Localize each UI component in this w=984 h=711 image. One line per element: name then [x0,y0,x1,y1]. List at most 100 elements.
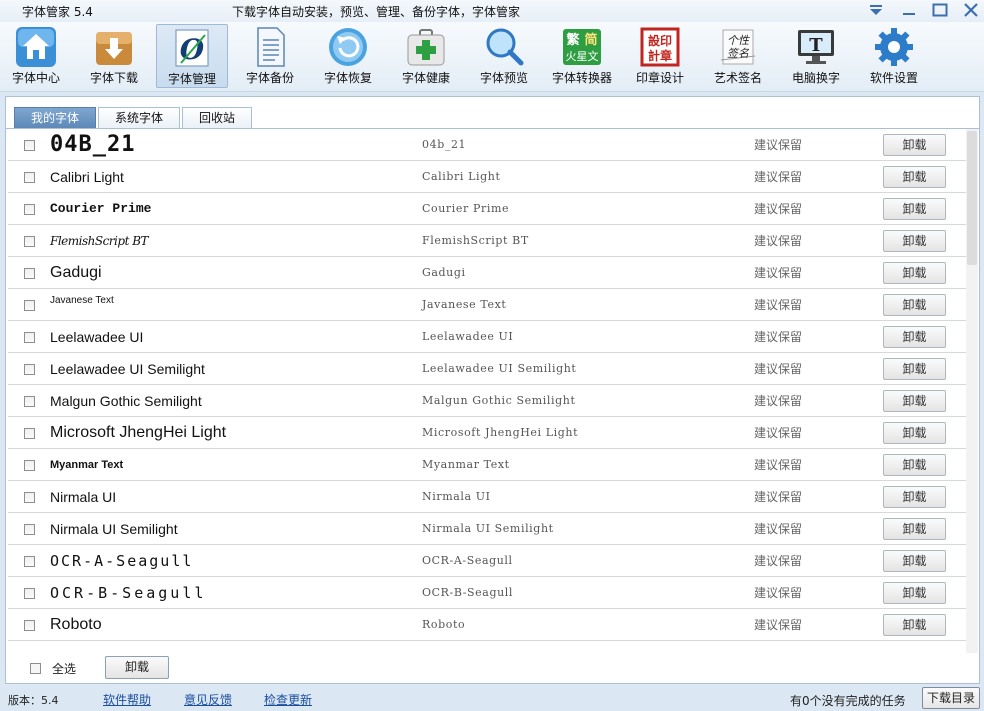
tab-recycle-bin[interactable]: 回收站 [182,107,253,129]
version-label: 版本：5.4 [8,694,59,707]
toolbar-label: 字体中心 [11,71,60,85]
bulk-uninstall-button[interactable]: 卸载 [105,656,169,679]
font-row[interactable]: Leelawadee UI Semilight Leelawadee UI Sem… [8,353,968,385]
font-row[interactable]: 04B_21 04b_21 建议保留 卸载 [8,129,968,161]
font-row[interactable]: Courier Prime Courier Prime 建议保留 卸载 [8,193,968,225]
font-preview-name: FlemishScript BT [50,234,149,248]
font-status: 建议保留 [754,522,803,536]
font-status: 建议保留 [754,202,803,216]
tab-system-fonts[interactable]: 系统字体 [98,107,181,129]
font-file-name: Calibri Light [422,170,501,183]
uninstall-button[interactable]: 卸载 [883,326,946,348]
uninstall-button[interactable]: 卸载 [883,166,946,188]
font-status: 建议保留 [754,138,803,152]
toolbar-font-backup[interactable]: 字体备份 [234,24,306,88]
house-icon [14,26,58,68]
font-checkbox[interactable] [24,332,35,343]
select-all-checkbox[interactable] [30,663,41,674]
font-row[interactable]: Leelawadee UI Leelawadee UI 建议保留 卸载 [8,321,968,353]
toolbar-font-download[interactable]: 字体下载 [78,24,150,88]
check-update-link[interactable]: 检查更新 [264,691,312,708]
medkit-icon [404,26,448,68]
font-checkbox[interactable] [24,396,35,407]
toolbar-font-manage[interactable]: O 字体管理 [156,24,228,88]
toolbar-pc-font-swap[interactable]: T 电脑换字 [780,24,852,88]
font-checkbox[interactable] [24,524,35,535]
toolbar-font-converter[interactable]: 繁 简 火星文 字体转换器 [546,24,618,88]
font-checkbox[interactable] [24,460,35,471]
tab-my-fonts[interactable]: 我的字体 [14,107,97,129]
uninstall-button[interactable]: 卸载 [883,614,946,636]
toolbar-font-center[interactable]: 字体中心 [0,24,72,88]
minimize-icon[interactable] [898,1,920,19]
font-checkbox[interactable] [24,300,35,311]
converter-icon: 繁 简 火星文 [560,26,604,68]
font-row[interactable]: Calibri Light Calibri Light 建议保留 卸载 [8,161,968,193]
menu-dropdown-icon[interactable] [865,1,887,19]
help-link[interactable]: 软件帮助 [103,691,151,708]
uninstall-button[interactable]: 卸载 [883,134,946,156]
font-preview-name: 04B_21 [50,132,136,157]
font-file-name: OCR-A-Seagull [422,554,513,567]
font-row[interactable]: Roboto Roboto 建议保留 卸载 [8,609,968,641]
font-checkbox[interactable] [24,492,35,503]
font-row[interactable]: OCR-A-Seagull OCR-A-Seagull 建议保留 卸载 [8,545,968,577]
font-checkbox[interactable] [24,364,35,375]
uninstall-button[interactable]: 卸载 [883,390,946,412]
font-row[interactable]: Nirmala UI Semilight Nirmala UI Semilight… [8,513,968,545]
font-checkbox[interactable] [24,140,35,151]
uninstall-button[interactable]: 卸载 [883,454,946,476]
toolbar-font-health[interactable]: 字体健康 [390,24,462,88]
font-checkbox[interactable] [24,620,35,631]
font-checkbox[interactable] [24,172,35,183]
font-checkbox[interactable] [24,236,35,247]
font-checkbox[interactable] [24,204,35,215]
font-list: 04B_21 04b_21 建议保留 卸载 Calibri Light Calibri L… [8,129,968,653]
feedback-link[interactable]: 意见反馈 [184,691,232,708]
font-row[interactable]: Myanmar Text Myanmar Text 建议保留 卸载 [8,449,968,481]
font-row[interactable]: Nirmala UI Nirmala UI 建议保留 卸载 [8,481,968,513]
uninstall-button[interactable]: 卸载 [883,422,946,444]
toolbar-seal-design[interactable]: 設印 計章 印章设计 [624,24,696,88]
toolbar-label: 字体下载 [89,71,138,85]
uninstall-button[interactable]: 卸载 [883,230,946,252]
document-icon [248,26,292,68]
scrollbar-thumb[interactable] [967,131,977,265]
font-checkbox[interactable] [24,268,35,279]
font-row[interactable]: Javanese Text Javanese Text 建议保留 卸载 [8,289,968,321]
uninstall-button[interactable]: 卸载 [883,294,946,316]
uninstall-button[interactable]: 卸载 [883,550,946,572]
download-directory-button[interactable]: 下载目录 [922,687,980,709]
toolbar-font-preview[interactable]: 字体预览 [468,24,540,88]
close-icon[interactable] [960,1,982,19]
uninstall-button[interactable]: 卸载 [883,582,946,604]
font-file-name: Courier Prime [422,202,510,215]
toolbar-settings[interactable]: 软件设置 [858,24,930,88]
font-file-name: Javanese Text [422,298,507,311]
download-box-icon [92,26,136,68]
toolbar-font-restore[interactable]: 字体恢复 [312,24,384,88]
font-row[interactable]: Microsoft JhengHei Light Microsoft JhengH… [8,417,968,449]
scrollbar[interactable] [966,129,978,653]
font-row[interactable]: Gadugi Gadugi 建议保留 卸载 [8,257,968,289]
uninstall-button[interactable]: 卸载 [883,486,946,508]
uninstall-button[interactable]: 卸载 [883,518,946,540]
uninstall-button[interactable]: 卸载 [883,198,946,220]
app-slogan: 下载字体自动安装，预览、管理、备份字体，字体管家 [232,5,521,19]
font-row[interactable]: Malgun Gothic Semilight Malgun Gothic Sem… [8,385,968,417]
signature-glyph-bottom: 签名 [727,47,750,60]
font-status: 建议保留 [754,170,803,184]
font-file-name: 04b_21 [422,138,467,151]
maximize-icon[interactable] [929,1,951,19]
uninstall-button[interactable]: 卸载 [883,358,946,380]
uninstall-button[interactable]: 卸载 [883,262,946,284]
font-checkbox[interactable] [24,428,35,439]
main-toolbar: 字体中心 字体下载 O 字体管理 字体备份 字体恢复 字体健康 字体预览 [0,22,984,92]
seal-glyph-top: 設印 [648,33,672,48]
font-checkbox[interactable] [24,588,35,599]
font-row[interactable]: OCR-B-Seagull OCR-B-Seagull 建议保留 卸载 [8,577,968,609]
toolbar-art-signature[interactable]: 个性 签名 艺术签名 [702,24,774,88]
font-row[interactable]: FlemishScript BT FlemishScript BT 建议保留 卸载 [8,225,968,257]
font-checkbox[interactable] [24,556,35,567]
font-preview-name: Nirmala UI Semilight [50,521,178,537]
